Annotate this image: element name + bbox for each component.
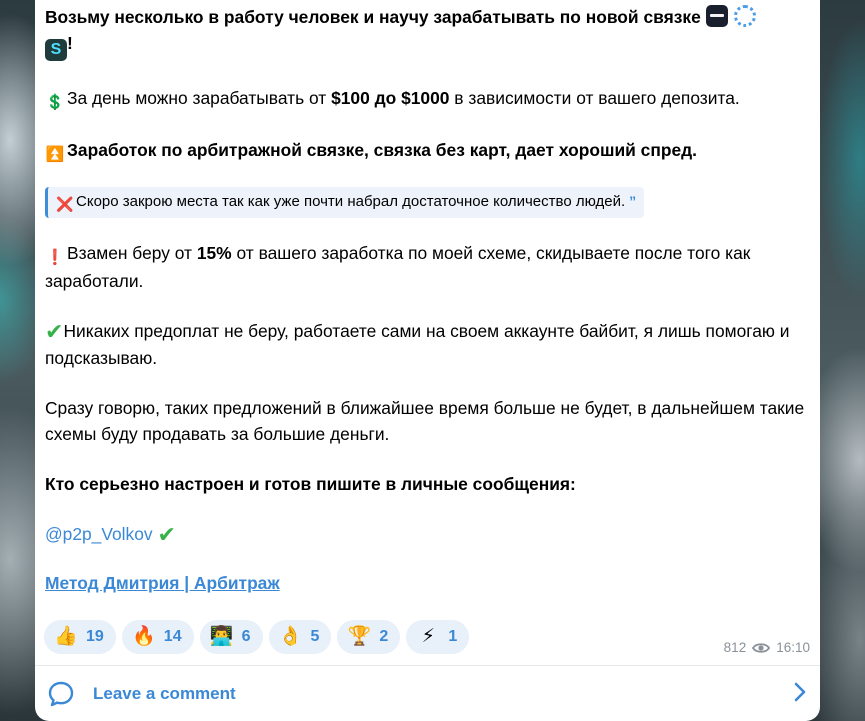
app-badge-icon xyxy=(705,5,728,27)
fee-text-a: Взамен беру от xyxy=(67,243,197,263)
intro-exclamation: ! xyxy=(67,33,73,53)
paragraph-intro: Возьму несколько в работу человек и науч… xyxy=(45,4,805,61)
reaction-technologist[interactable]: 👨‍💻 6 xyxy=(199,620,263,654)
reaction-thumbs-up[interactable]: 👍 19 xyxy=(44,620,116,654)
message-time: 16:10 xyxy=(776,640,810,655)
reaction-count: 14 xyxy=(163,628,182,645)
channel-link[interactable]: Метод Дмитрия | Арбитраж xyxy=(45,573,280,593)
blockquote: ❌ Скоро закрою места так как уже почти на… xyxy=(45,187,645,218)
contact-text: Кто серьезно настроен и готов пишите в л… xyxy=(45,474,576,494)
paragraph-contact: Кто серьезно настроен и готов пишите в л… xyxy=(45,471,805,497)
reaction-count: 2 xyxy=(379,628,389,645)
loading-spinner-icon xyxy=(733,5,756,27)
intro-text: Возьму несколько в работу человек и науч… xyxy=(45,7,701,27)
check-icon: ✔ xyxy=(45,319,64,344)
reaction-ok-hand[interactable]: 👌 5 xyxy=(268,620,332,654)
paragraph-no-prepay: ✔Никаких предоплат не беру, работаете са… xyxy=(45,318,805,371)
leave-comment-label: Leave a comment xyxy=(93,683,236,703)
technologist-icon: 👨‍💻 xyxy=(209,626,234,647)
reaction-lightning[interactable]: ⚡ 1 xyxy=(406,620,470,654)
mention-link[interactable]: @p2p_Volkov xyxy=(45,524,153,544)
fee-percent: 15% xyxy=(196,243,232,263)
paragraph-earnings: 💲 За день можно зарабатывать от $100 до $… xyxy=(45,85,805,113)
comment-bubble-icon xyxy=(48,681,74,706)
exclamation-icon: ❗ xyxy=(45,249,65,266)
reaction-count: 5 xyxy=(310,628,320,645)
reaction-count: 19 xyxy=(86,628,104,645)
fire-icon: 🔥 xyxy=(131,626,156,647)
paragraph-arbitrage: ⏫ Заработок по арбитражной связке, связка… xyxy=(45,137,805,165)
reaction-fire[interactable]: 🔥 14 xyxy=(121,620,194,654)
warning-text: Сразу говорю, таких предложений в ближай… xyxy=(45,398,805,444)
paragraph-warning: Сразу говорю, таких предложений в ближай… xyxy=(45,395,805,447)
earnings-text-a: За день можно зарабатывать от xyxy=(67,88,332,108)
message-bubble: Возьму несколько в работу человек и науч… xyxy=(35,0,820,721)
arrows-up-icon: ⏫ xyxy=(45,146,65,163)
reaction-count: 6 xyxy=(241,628,251,645)
cross-icon: ❌ xyxy=(56,196,74,212)
quote-text: Скоро закрою места так как уже почти наб… xyxy=(76,193,626,210)
lightning-icon: ⚡ xyxy=(421,626,435,647)
money-icon: 💲 xyxy=(45,94,65,111)
earnings-amount: $100 до $1000 xyxy=(331,88,450,108)
arbitrage-text: Заработок по арбитражной связке, связка … xyxy=(67,140,698,160)
message-text: Возьму несколько в работу человек и науч… xyxy=(45,4,805,596)
eye-icon xyxy=(752,642,771,653)
s-badge-icon: S xyxy=(45,39,67,61)
message-meta: 812 16:10 xyxy=(724,640,810,655)
views-count: 812 xyxy=(723,640,747,655)
no-prepay-text: Никаких предоплат не беру, работаете сам… xyxy=(45,321,790,368)
quote-mark-icon: ” xyxy=(629,193,637,209)
ok-hand-icon: 👌 xyxy=(278,626,303,647)
reactions-bar: 👍 19 🔥 14 👨‍💻 6 👌 5 🏆 2 ⚡ 1 xyxy=(44,620,470,654)
chevron-right-icon xyxy=(794,682,806,702)
leave-comment-button[interactable]: Leave a comment xyxy=(35,665,820,721)
earnings-text-b: в зависимости от вашего депозита. xyxy=(449,88,740,108)
paragraph-fee: ❗ Взамен беру от 15% от вашего заработка … xyxy=(45,240,805,294)
paragraph-mention: @p2p_Volkov ✔ xyxy=(45,521,805,548)
reaction-trophy[interactable]: 🏆 2 xyxy=(337,620,401,654)
paragraph-channel: Метод Дмитрия | Арбитраж xyxy=(45,570,805,596)
trophy-icon: 🏆 xyxy=(347,626,372,647)
reaction-count: 1 xyxy=(448,628,458,645)
check-icon-mention: ✔ xyxy=(157,522,176,547)
thumbs-up-icon: 👍 xyxy=(54,626,78,647)
